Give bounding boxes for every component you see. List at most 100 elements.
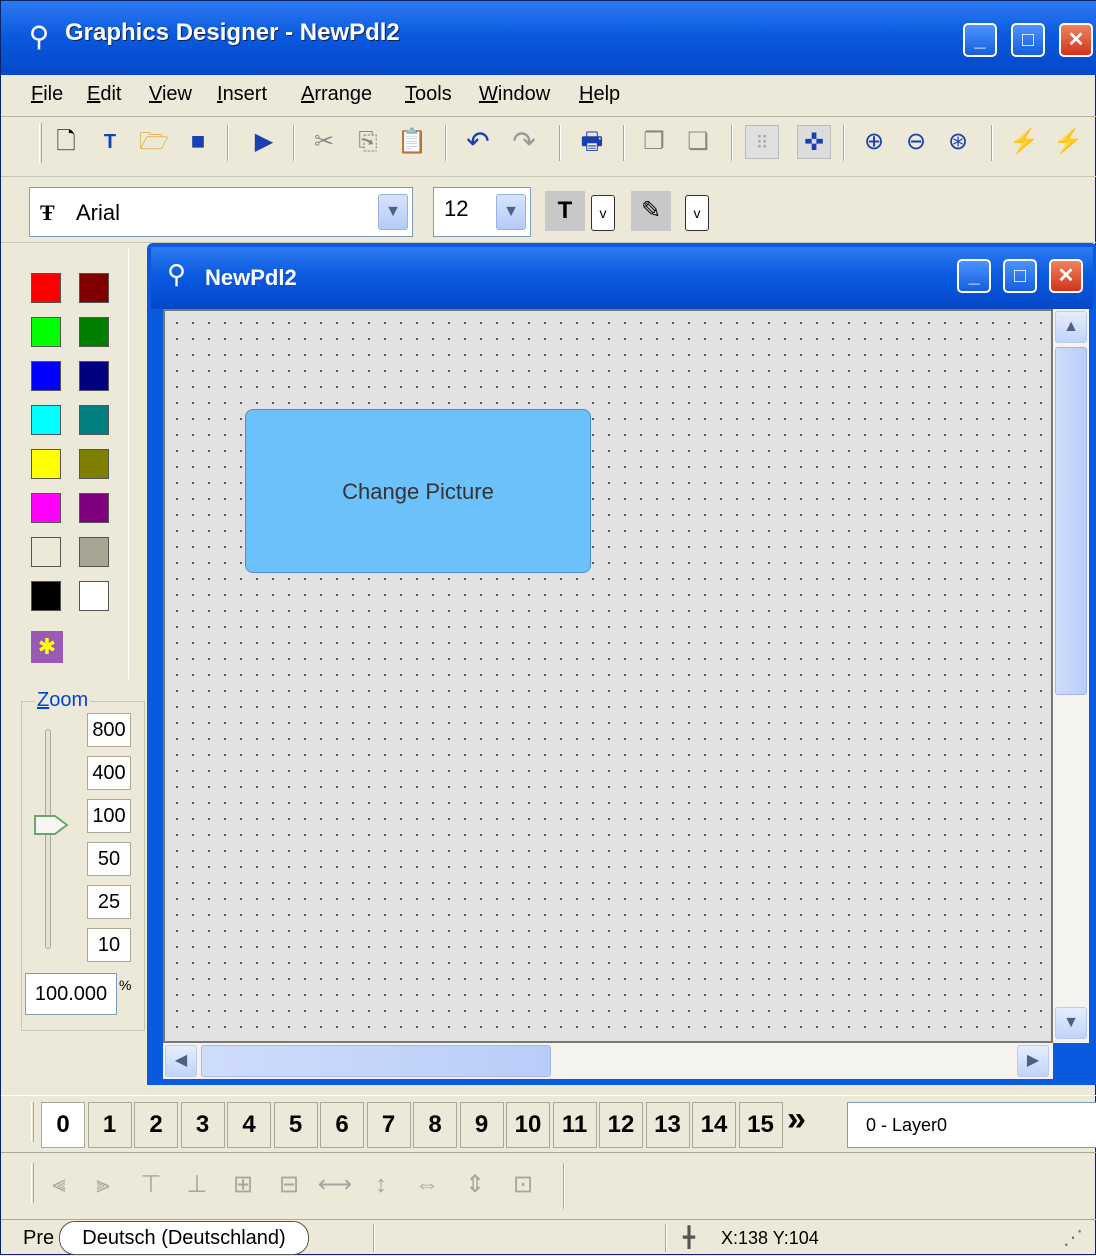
menu-insert[interactable]: Insert (217, 83, 267, 106)
change-picture-button[interactable]: Change Picture (245, 409, 591, 573)
color-swatch[interactable] (79, 361, 109, 391)
color-swatch[interactable] (79, 405, 109, 435)
font-size-select[interactable]: 12 ▼ (433, 187, 531, 237)
doc-minimize-button[interactable]: _ (957, 259, 991, 293)
title-bar[interactable]: ⚲ Graphics Designer - NewPdl2 _ □ ✕ (1, 1, 1096, 75)
zoom-preset-400[interactable]: 400 (87, 756, 131, 790)
menu-file[interactable]: File (31, 83, 63, 106)
chevron-down-icon[interactable]: ▼ (496, 194, 526, 230)
color-swatch[interactable] (31, 317, 61, 347)
more-layers-button[interactable]: » (787, 1100, 806, 1139)
zoom-slider-thumb[interactable] (33, 813, 71, 837)
menu-view[interactable]: View (149, 83, 192, 106)
maximize-button[interactable]: □ (1011, 23, 1045, 57)
run-icon[interactable]: ▶ (247, 125, 281, 159)
same-width-icon[interactable]: ⇔ (409, 1167, 445, 1203)
drawing-canvas[interactable]: Change Picture (163, 309, 1053, 1043)
text-color-icon[interactable]: T (545, 191, 585, 231)
color-swatch[interactable] (31, 405, 61, 435)
zoom-slider-track[interactable] (45, 729, 51, 949)
color-swatch[interactable] (79, 273, 109, 303)
zoom-preset-100[interactable]: 100 (87, 799, 131, 833)
color-swatch[interactable] (31, 273, 61, 303)
color-swatch[interactable] (79, 449, 109, 479)
vertical-scrollbar[interactable]: ▲ ▼ (1053, 309, 1089, 1043)
zoom-out-icon[interactable]: ⊖ (899, 125, 933, 159)
space-vertical-icon[interactable]: ↕ (363, 1167, 399, 1203)
toolbar-grip[interactable] (31, 1102, 34, 1142)
layer-button-10[interactable]: 10 (506, 1102, 550, 1148)
zoom-value[interactable]: 100.000 (25, 973, 117, 1015)
new-template-icon[interactable]: T (93, 125, 127, 159)
menu-tools[interactable]: Tools (405, 83, 452, 106)
layer-button-2[interactable]: 2 (134, 1102, 178, 1148)
font-select[interactable]: Ŧ Arial ▼ (29, 187, 413, 237)
redo-icon[interactable]: ↷ (507, 125, 541, 159)
save-icon[interactable]: ■ (181, 125, 215, 159)
color-swatch[interactable] (79, 493, 109, 523)
active-layer-select[interactable]: 0 - Layer0 (847, 1102, 1096, 1148)
language-indicator[interactable]: Deutsch (Deutschland) (59, 1221, 309, 1255)
wand-icon[interactable]: ⚡ (1007, 125, 1041, 159)
print-icon[interactable]: 🖶 (575, 125, 609, 159)
text-color-dropdown[interactable]: v (591, 195, 615, 231)
minimize-button[interactable]: _ (963, 23, 997, 57)
scroll-down-button[interactable]: ▼ (1055, 1007, 1087, 1039)
document-title-bar[interactable]: ⚲ NewPdl2 _ □ ✕ (151, 247, 1093, 309)
align-bottom-icon[interactable]: ⊥ (179, 1167, 215, 1203)
layer-button-12[interactable]: 12 (599, 1102, 643, 1148)
new-file-icon[interactable]: 🗋 (49, 125, 83, 159)
layer-button-4[interactable]: 4 (227, 1102, 271, 1148)
open-folder-icon[interactable]: 🗁 (137, 125, 171, 159)
color-swatch[interactable] (31, 581, 61, 611)
layer-button-8[interactable]: 8 (413, 1102, 457, 1148)
layer-button-15[interactable]: 15 (738, 1102, 783, 1148)
doc-close-button[interactable]: ✕ (1049, 259, 1083, 293)
send-back-icon[interactable]: ❏ (681, 125, 715, 159)
color-swatch[interactable] (31, 361, 61, 391)
space-horizontal-icon[interactable]: ⟷ (317, 1167, 353, 1203)
horizontal-scroll-thumb[interactable] (201, 1045, 551, 1077)
toolbar-grip[interactable] (39, 123, 42, 163)
horizontal-scrollbar[interactable]: ◀ ▶ (163, 1043, 1053, 1079)
align-right-icon[interactable]: ⫸ (85, 1167, 121, 1203)
toolbar-grip[interactable] (31, 1163, 34, 1203)
menu-window[interactable]: Window (479, 83, 550, 106)
zoom-preset-10[interactable]: 10 (87, 928, 131, 962)
align-top-icon[interactable]: ⊤ (133, 1167, 169, 1203)
line-color-dropdown[interactable]: v (685, 195, 709, 231)
layer-button-5[interactable]: 5 (273, 1102, 318, 1148)
color-swatch[interactable] (79, 537, 109, 567)
color-swatch[interactable] (31, 493, 61, 523)
center-vertical-icon[interactable]: ⊟ (271, 1167, 307, 1203)
color-swatch[interactable] (31, 449, 61, 479)
scroll-left-button[interactable]: ◀ (165, 1045, 197, 1077)
doc-maximize-button[interactable]: □ (1003, 259, 1037, 293)
undo-icon[interactable]: ↶ (461, 125, 495, 159)
menu-edit[interactable]: Edit (87, 83, 121, 106)
same-size-icon[interactable]: ⊡ (505, 1167, 541, 1203)
zoom-preset-50[interactable]: 50 (87, 842, 131, 876)
wand2-icon[interactable]: ⚡ (1051, 125, 1085, 159)
layer-button-11[interactable]: 11 (552, 1102, 597, 1148)
zoom-preset-800[interactable]: 800 (87, 713, 131, 747)
cut-icon[interactable]: ✂ (307, 125, 341, 159)
custom-color-icon[interactable]: ✱ (31, 631, 63, 663)
layer-button-3[interactable]: 3 (180, 1102, 225, 1148)
same-height-icon[interactable]: ⇕ (457, 1167, 493, 1203)
bring-front-icon[interactable]: ❐ (637, 125, 671, 159)
scroll-up-button[interactable]: ▲ (1055, 311, 1087, 343)
color-swatch[interactable] (31, 537, 61, 567)
menu-help[interactable]: Help (579, 83, 620, 106)
zoom-preset-25[interactable]: 25 (87, 885, 131, 919)
resize-grip-icon[interactable]: ⋰ (1063, 1222, 1083, 1255)
layer-button-13[interactable]: 13 (645, 1102, 690, 1148)
zoom-fit-icon[interactable]: ⊛ (941, 125, 975, 159)
layer-button-7[interactable]: 7 (366, 1102, 411, 1148)
layer-button-14[interactable]: 14 (692, 1102, 736, 1148)
layer-button-0[interactable]: 0 (41, 1102, 85, 1148)
vertical-scroll-thumb[interactable] (1055, 347, 1087, 695)
paste-icon[interactable]: 📋 (395, 125, 429, 159)
layer-button-6[interactable]: 6 (320, 1102, 364, 1148)
scroll-right-button[interactable]: ▶ (1017, 1045, 1049, 1077)
